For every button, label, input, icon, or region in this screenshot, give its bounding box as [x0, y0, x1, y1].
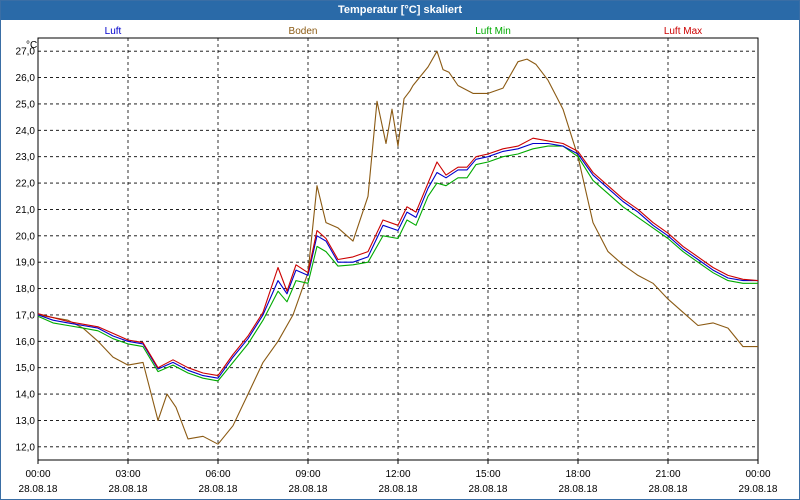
x-tick-time: 00:00	[25, 469, 50, 480]
y-tick-label: 17,0	[16, 310, 36, 321]
y-tick-label: 22,0	[16, 179, 36, 190]
y-tick-label: 14,0	[16, 390, 36, 401]
legend-entry: Luft Max	[664, 26, 702, 37]
x-tick-date: 28.08.18	[289, 484, 328, 495]
y-tick-label: 21,0	[16, 205, 36, 216]
y-tick-label: 12,0	[16, 442, 36, 453]
x-tick-time: 21:00	[655, 469, 680, 480]
x-tick-date: 28.08.18	[19, 484, 58, 495]
y-tick-label: 20,0	[16, 231, 36, 242]
legend-entry: Luft	[105, 26, 122, 37]
y-tick-label: 25,0	[16, 99, 36, 110]
x-tick-time: 09:00	[295, 469, 320, 480]
x-tick-date: 28.08.18	[469, 484, 508, 495]
y-tick-label: 24,0	[16, 126, 36, 137]
y-tick-label: 23,0	[16, 152, 36, 163]
y-tick-label: 15,0	[16, 363, 36, 374]
y-tick-label: 13,0	[16, 416, 36, 427]
y-tick-label: 16,0	[16, 337, 36, 348]
x-tick-time: 00:00	[745, 469, 770, 480]
y-tick-label: 19,0	[16, 258, 36, 269]
chart-canvas: 12,0 13,0 14,0 15,0 16,0 17,0 18,0 19,0 20,0 21,0…	[16, 26, 778, 495]
x-tick-time: 06:00	[205, 469, 230, 480]
x-tick-date: 28.08.18	[649, 484, 688, 495]
x-tick-date: 28.08.18	[199, 484, 238, 495]
x-tick-date: 29.08.18	[739, 484, 778, 495]
x-tick-time: 18:00	[565, 469, 590, 480]
x-tick-time: 15:00	[475, 469, 500, 480]
y-axis-label: °C	[26, 40, 37, 51]
x-tick-date: 28.08.18	[559, 484, 598, 495]
legend-entry: Luft Min	[475, 26, 511, 37]
y-tick-label: 26,0	[16, 73, 36, 84]
x-tick-date: 28.08.18	[379, 484, 418, 495]
x-tick-time: 03:00	[115, 469, 140, 480]
y-tick-label: 18,0	[16, 284, 36, 295]
x-tick-date: 28.08.18	[109, 484, 148, 495]
legend-entry: Boden	[289, 26, 318, 37]
x-tick-time: 12:00	[385, 469, 410, 480]
